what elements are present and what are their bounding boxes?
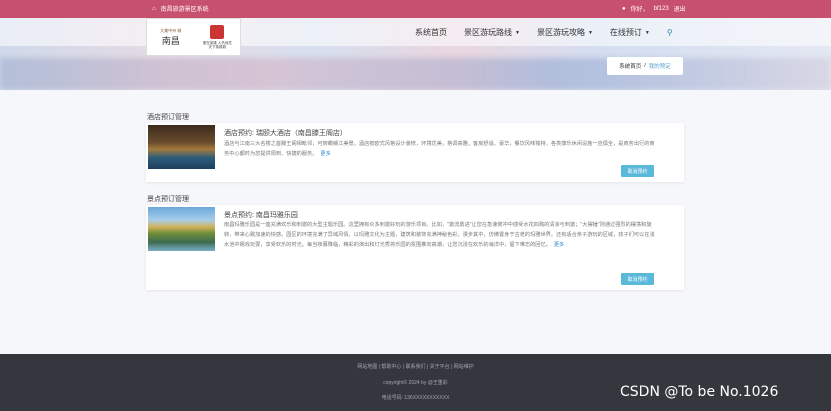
breadcrumb: 系统首页 / 我的预定	[607, 57, 683, 75]
hotel-image	[148, 125, 215, 169]
nav-guides-label: 景区游玩攻略	[536, 28, 585, 37]
home-icon[interactable]: ⌂	[152, 6, 156, 12]
user-area: ● 你好， bf123 退出	[622, 4, 686, 14]
scenic-desc-text: 南昌玛雅乐园是一座充满欢乐和刺激的大型主题乐园。这里拥有众多刺激好玩的游乐项目。…	[224, 222, 655, 248]
hero-background	[0, 58, 831, 90]
nav-booking[interactable]: 在线预订 ▼	[610, 27, 650, 38]
hotel-desc-text: 酒店与江南三大名楼之首滕王阁相毗邻，可俯瞰赣江美景。酒店按欧式风格设计装修，环境…	[224, 141, 655, 157]
nav-booking-label: 在线预订	[609, 28, 642, 37]
scenic-section-title: 景点预订管理	[147, 196, 189, 203]
logo-right-line2: 天下英雄城	[208, 45, 226, 49]
scenic-booking-title: 景点预约: 南昌玛雅乐园	[224, 212, 298, 219]
search-icon[interactable]: ⚲	[667, 27, 673, 38]
greeting-text: 你好，	[630, 7, 649, 13]
scenic-image	[148, 207, 215, 251]
cancel-hotel-booking-button[interactable]: 取消预约	[621, 165, 654, 177]
nav-guides[interactable]: 景区游玩攻略 ▼	[537, 27, 593, 38]
footer: 网站地图 | 帮助中心 | 联系我们 | 关于平台 | 网站维护 copyrig…	[0, 354, 831, 411]
footer-links[interactable]: 网站地图 | 帮助中心 | 联系我们 | 关于平台 | 网站维护	[0, 363, 831, 370]
nav-routes-label: 景区游玩路线	[464, 28, 512, 37]
chevron-down-icon: ▼	[587, 29, 593, 36]
user-icon: ●	[622, 5, 626, 12]
logo-right: 爱在英雄 人杰地灵 天下英雄城	[194, 19, 240, 55]
hotel-booking-title: 酒店预约: 瑞颐大酒店（南昌滕王阁店）	[224, 130, 347, 137]
logo-left: 大美中州 城 南昌	[147, 19, 194, 55]
scenic-booking-desc: 南昌玛雅乐园是一座充满欢乐和刺激的大型主题乐园。这里拥有众多刺激好玩的游乐项目。…	[224, 220, 656, 250]
nav-routes[interactable]: 景区游玩路线 ▼	[464, 27, 520, 38]
scenic-more-link[interactable]: 更多	[554, 242, 564, 248]
site-title-group: ⌂ 南昌旅游景区系统	[152, 4, 209, 14]
hotel-section-title: 酒店预订管理	[147, 114, 189, 121]
scenic-booking-card: 景点预约: 南昌玛雅乐园 南昌玛雅乐园是一座充满欢乐和刺激的大型主题乐园。这里拥…	[146, 205, 684, 290]
seal-icon	[210, 25, 225, 39]
main-content: 酒店预订管理 酒店预约: 瑞颐大酒店（南昌滕王阁店） 酒店与江南三大名楼之首滕王…	[0, 90, 831, 354]
hotel-booking-card: 酒店预约: 瑞颐大酒店（南昌滕王阁店） 酒店与江南三大名楼之首滕王阁相毗邻，可俯…	[146, 123, 684, 182]
chevron-down-icon: ▼	[515, 29, 520, 36]
breadcrumb-separator: /	[644, 63, 646, 69]
breadcrumb-home[interactable]: 系统首页	[619, 62, 641, 70]
site-logo[interactable]: 大美中州 城 南昌 爱在英雄 人杰地灵 天下英雄城	[146, 18, 241, 56]
logout-link[interactable]: 退出	[674, 4, 686, 13]
chevron-down-icon: ▼	[644, 29, 650, 36]
nav-home[interactable]: 系统首页	[415, 27, 447, 38]
hotel-more-link[interactable]: 更多	[320, 151, 330, 157]
hotel-booking-desc: 酒店与江南三大名楼之首滕王阁相毗邻，可俯瞰赣江美景。酒店按欧式风格设计装修，环境…	[224, 139, 656, 159]
top-bar: ⌂ 南昌旅游景区系统 ● 你好， bf123 退出	[0, 0, 831, 18]
nav-home-label: 系统首页	[415, 28, 447, 37]
breadcrumb-current: 我的预定	[648, 64, 671, 70]
watermark: CSDN @To be No.1026	[620, 384, 779, 400]
logo-left-main: 南昌	[161, 36, 180, 47]
main-nav: 系统首页 景区游玩路线 ▼ 景区游玩攻略 ▼ 在线预订 ▼ ⚲	[415, 27, 690, 38]
username: bf123	[653, 5, 669, 12]
site-name: 南昌旅游景区系统	[160, 7, 209, 13]
cancel-scenic-booking-button[interactable]: 取消预约	[621, 273, 654, 285]
